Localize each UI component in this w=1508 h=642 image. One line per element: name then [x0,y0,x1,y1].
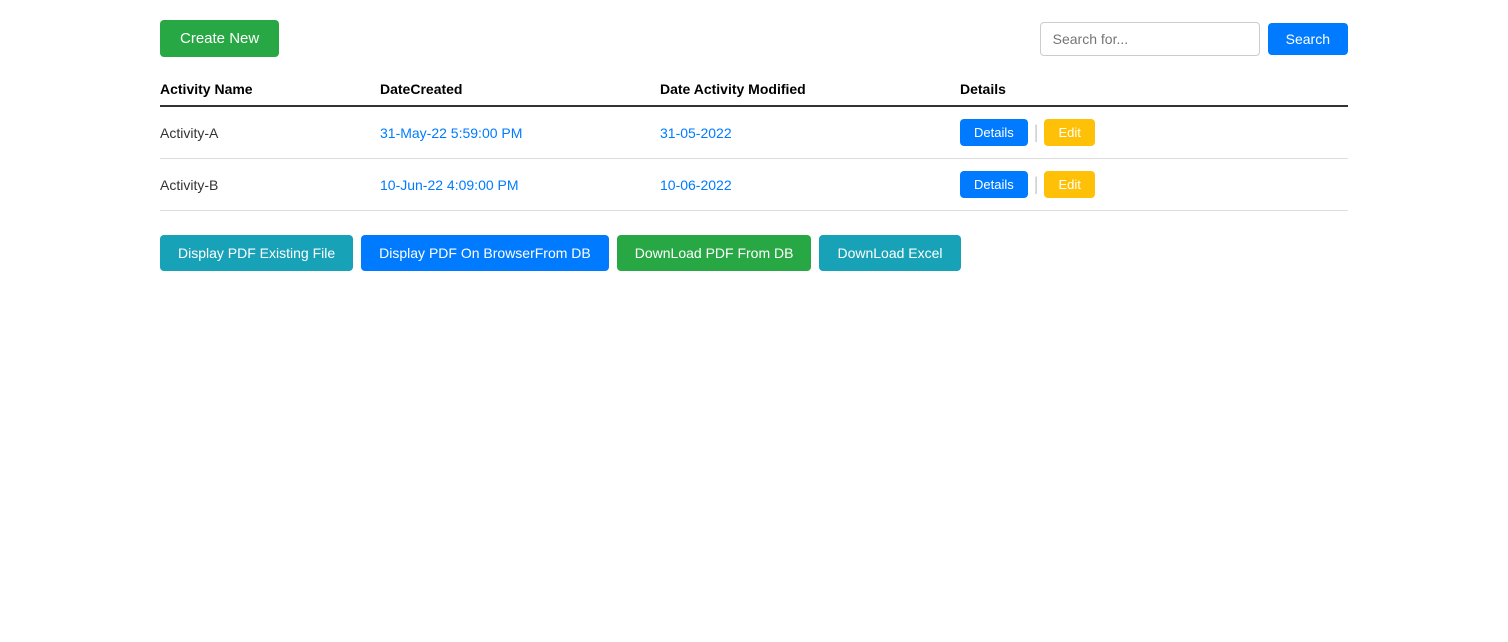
edit-button-row0[interactable]: Edit [1044,119,1094,146]
date-modified-cell: 31-05-2022 [660,106,960,159]
table-row: Activity-A 31-May-22 5:59:00 PM 31-05-20… [160,106,1348,159]
col-header-date-modified: Date Activity Modified [660,73,960,106]
date-modified-cell: 10-06-2022 [660,159,960,211]
table-header: Activity Name DateCreated Date Activity … [160,73,1348,106]
table-body: Activity-A 31-May-22 5:59:00 PM 31-05-20… [160,106,1348,211]
col-header-activity-name: Activity Name [160,73,380,106]
date-modified-link[interactable]: 10-06-2022 [660,177,732,193]
top-bar: Create New Search [160,20,1348,57]
bottom-buttons: Display PDF Existing File Display PDF On… [160,235,1348,271]
search-button[interactable]: Search [1268,23,1348,55]
details-button-row1[interactable]: Details [960,171,1028,198]
date-modified-link[interactable]: 31-05-2022 [660,125,732,141]
actions-cell: Details | Edit [960,106,1348,159]
search-input[interactable] [1040,22,1260,56]
actions-cell: Details | Edit [960,159,1348,211]
activity-name-cell: Activity-B [160,159,380,211]
activity-name-cell: Activity-A [160,106,380,159]
col-header-details: Details [960,73,1348,106]
col-header-date-created: DateCreated [380,73,660,106]
separator: | [1034,174,1039,195]
display-pdf-browser-button[interactable]: Display PDF On BrowserFrom DB [361,235,609,271]
table-row: Activity-B 10-Jun-22 4:09:00 PM 10-06-20… [160,159,1348,211]
download-pdf-button[interactable]: DownLoad PDF From DB [617,235,812,271]
date-created-cell: 10-Jun-22 4:09:00 PM [380,159,660,211]
date-created-cell: 31-May-22 5:59:00 PM [380,106,660,159]
display-pdf-existing-button[interactable]: Display PDF Existing File [160,235,353,271]
edit-button-row1[interactable]: Edit [1044,171,1094,198]
activity-table: Activity Name DateCreated Date Activity … [160,73,1348,211]
date-created-link[interactable]: 10-Jun-22 4:09:00 PM [380,177,519,193]
date-created-link[interactable]: 31-May-22 5:59:00 PM [380,125,522,141]
separator: | [1034,122,1039,143]
page-container: Create New Search Activity Name DateCrea… [0,0,1508,291]
details-button-row0[interactable]: Details [960,119,1028,146]
search-area: Search [1040,22,1348,56]
download-excel-button[interactable]: DownLoad Excel [819,235,960,271]
create-new-button[interactable]: Create New [160,20,279,57]
